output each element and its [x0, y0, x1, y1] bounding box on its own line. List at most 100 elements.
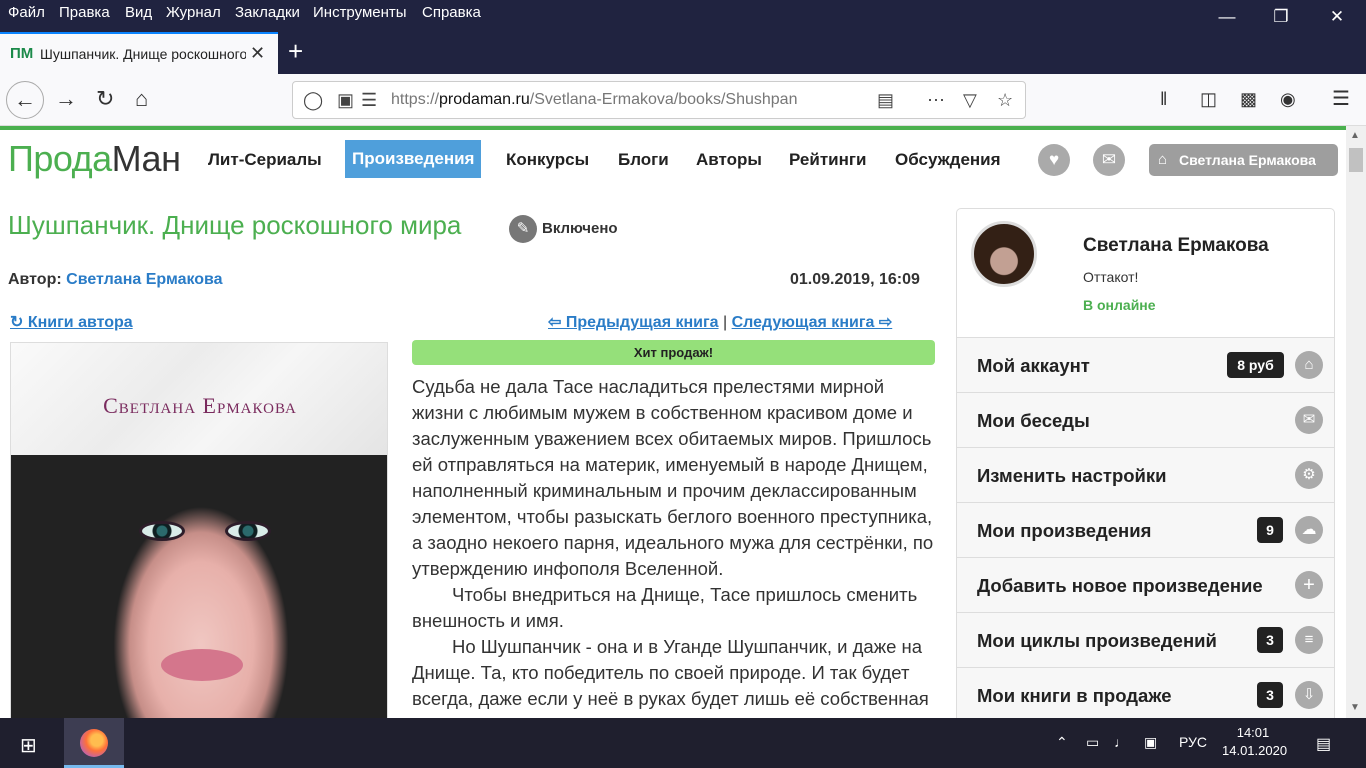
account-icon[interactable]: ◉	[1280, 87, 1296, 111]
sidebar-toggle-icon[interactable]: ◫	[1200, 87, 1217, 111]
nav-blogs[interactable]: Блоги	[618, 150, 669, 170]
new-tab-icon[interactable]: +	[288, 38, 303, 64]
sidebar-item-conversations[interactable]: Мои беседы ✉	[957, 392, 1334, 447]
next-book-link[interactable]: Следующая книга ⇨	[732, 314, 893, 331]
tray-chevron-icon[interactable]: ⌃	[1056, 734, 1068, 751]
url-bar[interactable]: ◯ ▣ ☰ https://prodaman.ru/Svetlana-Ermak…	[292, 81, 1026, 119]
hamburger-menu-icon[interactable]: ☰	[1332, 87, 1350, 111]
tab-title: Шушпанчик. Днище роскошного мира	[40, 46, 246, 62]
tab-active[interactable]: ПМ Шушпанчик. Днище роскошного мира ✕	[0, 32, 278, 74]
mail-icon: ✉	[1295, 406, 1323, 434]
language-indicator[interactable]: РУС	[1179, 734, 1207, 750]
description-paragraph: Судьба не дала Тасе насладиться прелестя…	[412, 376, 934, 579]
online-indicator: В онлайне	[1083, 297, 1156, 313]
menu-edit[interactable]: Правка	[59, 4, 110, 21]
tab-bar: ПМ Шушпанчик. Днище роскошного мира ✕ +	[0, 26, 1366, 74]
book-title: Шушпанчик. Днище роскошного мира	[8, 210, 462, 240]
scroll-down-icon[interactable]: ▼	[1350, 702, 1360, 713]
permissions-icon[interactable]: ☰	[361, 90, 377, 111]
menu-file[interactable]: Файл	[8, 4, 45, 21]
balance-badge: 8 руб	[1227, 352, 1284, 378]
system-clock[interactable]: 14:01 14.01.2020	[1222, 724, 1287, 760]
gear-icon: ⚙	[1295, 461, 1323, 489]
sidebar-item-add-work[interactable]: Добавить новое произведение +	[957, 557, 1334, 612]
favicon-icon: ПМ	[10, 45, 34, 62]
page-scrollbar[interactable]: ▲ ▼	[1346, 126, 1366, 718]
taskbar: ⊞ ⌃ ▭ ♩ ▣ РУС 14:01 14.01.2020 ▤	[0, 718, 1366, 768]
menu-tools[interactable]: Инструменты	[313, 4, 407, 21]
notifications-icon[interactable]: ▤	[1316, 734, 1331, 754]
avatar[interactable]	[971, 221, 1037, 287]
nav-ratings[interactable]: Рейтинги	[789, 150, 866, 170]
site-logo[interactable]: ПродаМан	[8, 138, 181, 180]
sidebar-item-account[interactable]: Мой аккаунт 8 руб ⌂	[957, 337, 1334, 392]
more-actions-icon[interactable]: ⋯	[927, 90, 945, 111]
tab-close-icon[interactable]: ✕	[250, 43, 265, 64]
menu-help[interactable]: Справка	[422, 4, 481, 21]
menu-bookmarks[interactable]: Закладки	[235, 4, 300, 21]
extension-icon[interactable]: ▩	[1240, 87, 1257, 111]
user-sidebar: Светлана Ермакова Оттакот! В онлайне Мой…	[956, 208, 1335, 718]
nav-works[interactable]: Произведения	[345, 140, 482, 178]
nav-contests[interactable]: Конкурсы	[506, 150, 589, 170]
mail-icon[interactable]: ✉	[1093, 144, 1125, 176]
battery-icon[interactable]: ▭	[1086, 734, 1099, 751]
firefox-icon	[80, 729, 108, 757]
page-content: ПродаМан Лит-Сериалы Произведения Конкур…	[0, 130, 1346, 718]
reload-icon[interactable]: ↻	[96, 87, 114, 111]
windows-start-icon[interactable]: ⊞	[20, 733, 37, 758]
sidebar-item-books-for-sale[interactable]: Мои книги в продаже 3 ⇩	[957, 667, 1334, 718]
bookmark-star-icon[interactable]: ☆	[997, 90, 1013, 111]
forward-icon[interactable]: →	[55, 87, 77, 111]
menu-bar: Файл Правка Вид Журнал Закладки Инструме…	[0, 0, 1366, 26]
taskbar-firefox[interactable]	[64, 718, 124, 768]
lock-icon[interactable]: ▣	[337, 90, 354, 111]
book-cover[interactable]: Светлана Ермакова	[10, 342, 388, 718]
download-icon: ⇩	[1295, 681, 1323, 709]
description-paragraph: Но Шушпанчик - она и в Уганде Шушпанчик,…	[412, 636, 929, 718]
count-badge: 3	[1257, 682, 1283, 708]
cover-eye-right	[225, 521, 271, 541]
count-badge: 3	[1257, 627, 1283, 653]
pocket-icon[interactable]: ▽	[963, 90, 977, 111]
url-text[interactable]: https://prodaman.ru/Svetlana-Ermakova/bo…	[391, 91, 831, 109]
scroll-up-icon[interactable]: ▲	[1350, 130, 1360, 141]
home-icon[interactable]: ⌂	[135, 87, 148, 111]
back-icon[interactable]: ←	[6, 81, 44, 119]
author-books-link[interactable]: ↻ Книги автора	[10, 312, 133, 332]
sidebar-item-my-works[interactable]: Мои произведения 9 ☁	[957, 502, 1334, 557]
network-icon[interactable]: ▣	[1144, 734, 1157, 751]
home-icon: ⌂	[1295, 351, 1323, 379]
author-line: Автор: Светлана Ермакова	[8, 271, 223, 288]
sidebar-user-name[interactable]: Светлана Ермакова	[1083, 235, 1269, 257]
nav-lit-serials[interactable]: Лит-Сериалы	[208, 150, 322, 170]
user-menu-button[interactable]: ⌂ Светлана Ермакова	[1149, 144, 1338, 176]
book-description: Судьба не дала Тасе насладиться прелестя…	[412, 374, 936, 718]
sidebar-item-settings[interactable]: Изменить настройки ⚙	[957, 447, 1334, 502]
volume-icon[interactable]: ♩	[1114, 734, 1128, 750]
nav-toolbar: ← → ↻ ⌂ ◯ ▣ ☰ https://prodaman.ru/Svetla…	[0, 74, 1366, 126]
menu-view[interactable]: Вид	[125, 4, 152, 21]
edit-pencil-icon[interactable]: ✎	[509, 215, 537, 243]
menu-history[interactable]: Журнал	[166, 4, 221, 21]
heart-icon[interactable]: ♥	[1038, 144, 1070, 176]
count-badge: 9	[1257, 517, 1283, 543]
home-icon: ⌂	[1158, 151, 1168, 168]
nav-discussions[interactable]: Обсуждения	[895, 150, 1001, 170]
bestseller-badge: Хит продаж!	[412, 340, 935, 365]
book-status: Включено	[542, 220, 618, 237]
library-icon[interactable]: ‖	[1160, 87, 1167, 111]
prev-book-link[interactable]: ⇦ Предыдущая книга	[548, 314, 719, 331]
description-paragraph: Чтобы внедриться на Днище, Тасе пришлось…	[412, 584, 918, 631]
cover-author-name: Светлана Ермакова	[103, 393, 297, 418]
book-pager: ⇦ Предыдущая книга | Следующая книга ⇨	[548, 314, 893, 331]
author-link[interactable]: Светлана Ермакова	[66, 271, 222, 288]
nav-authors[interactable]: Авторы	[696, 150, 762, 170]
cover-lips	[161, 649, 243, 681]
cover-eye-left	[139, 521, 185, 541]
tracking-shield-icon[interactable]: ◯	[303, 90, 323, 111]
sidebar-item-series[interactable]: Мои циклы произведений 3 ≡	[957, 612, 1334, 667]
reader-view-icon[interactable]: ▤	[877, 90, 894, 111]
scroll-thumb[interactable]	[1349, 148, 1363, 172]
plus-icon: +	[1295, 571, 1323, 599]
